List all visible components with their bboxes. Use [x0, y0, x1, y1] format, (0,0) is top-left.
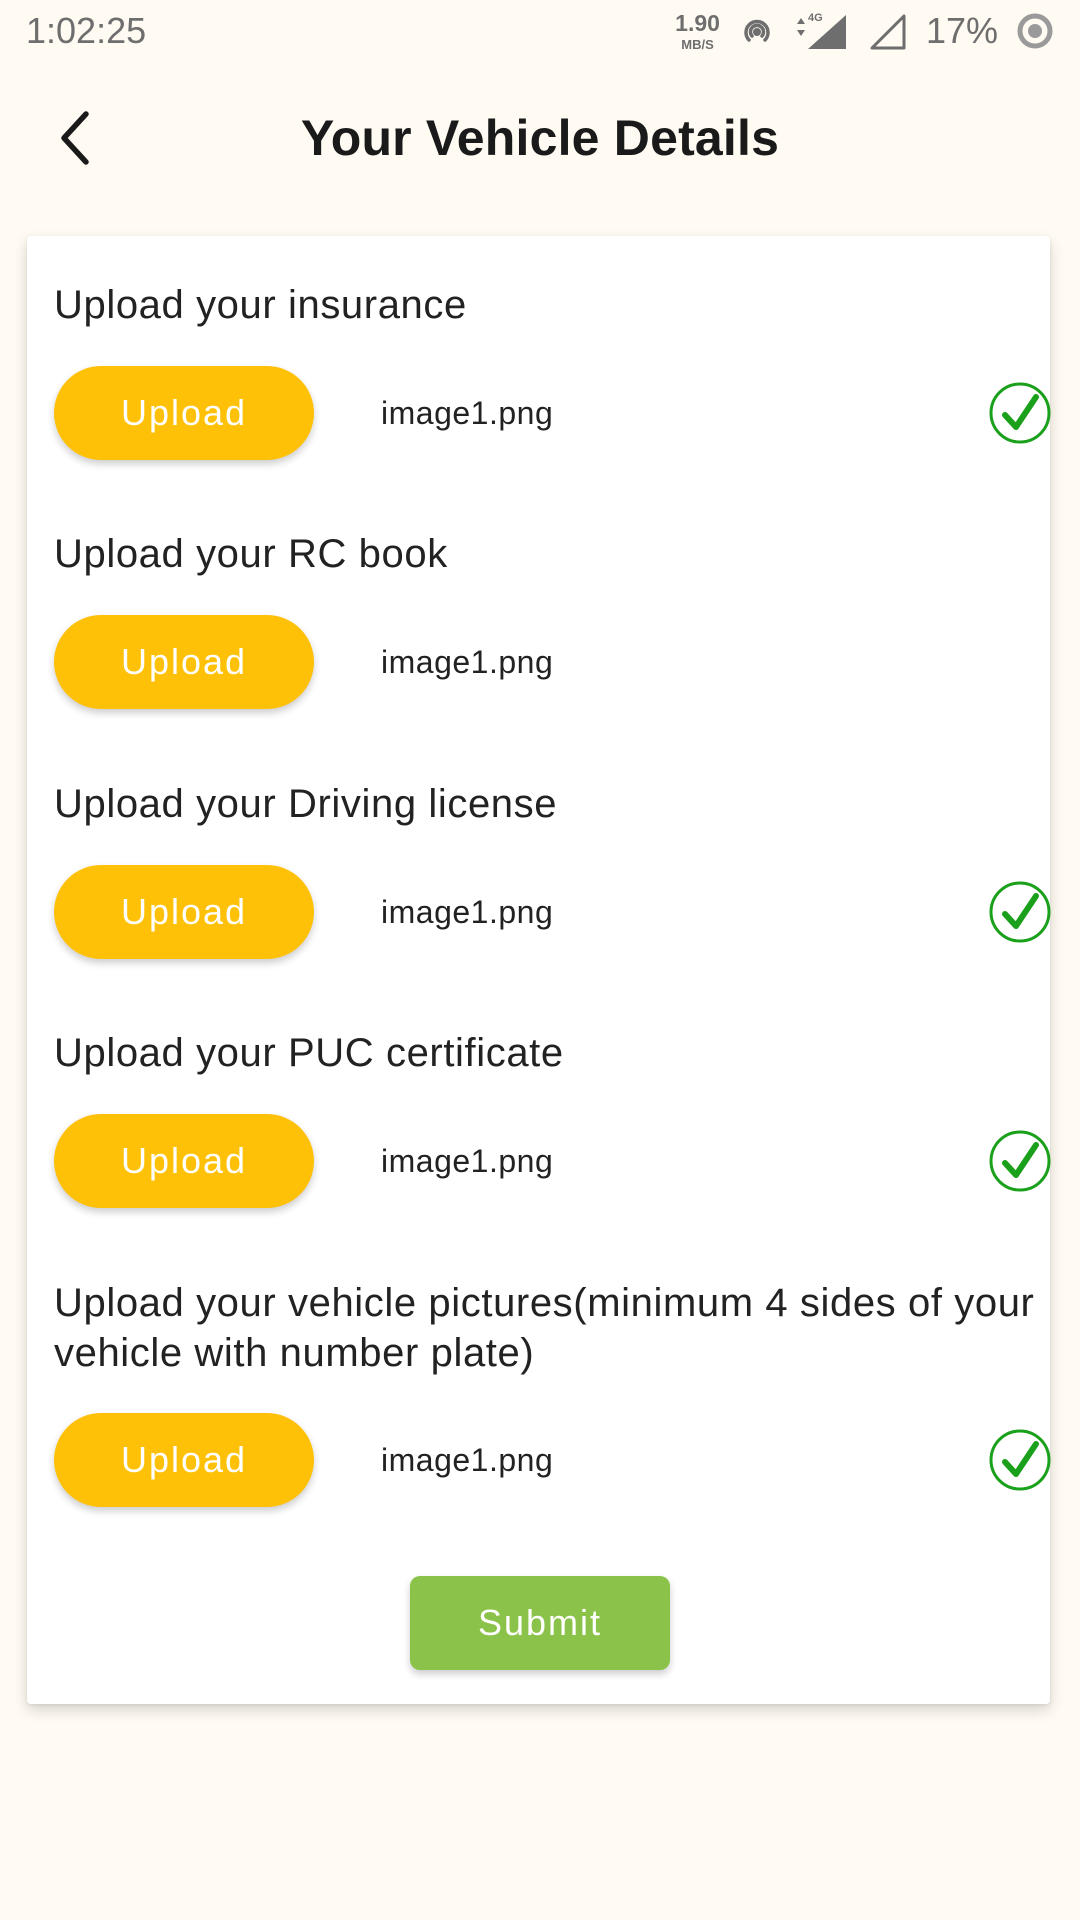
file-name: image1.png — [381, 894, 554, 930]
network-type: 4G — [808, 12, 823, 24]
check-circle-icon — [989, 1130, 1051, 1192]
battery-ring-icon — [1016, 12, 1054, 50]
network-speed: 1.90 MB/S — [675, 9, 720, 52]
upload-row: Upload image1.png — [54, 366, 1051, 460]
signal-empty-icon — [868, 11, 908, 51]
signal-icon: 4G — [794, 11, 850, 51]
app-bar: Your Vehicle Details — [0, 88, 1080, 188]
section-label: Upload your insurance — [54, 283, 467, 327]
upload-row: Upload image1.png — [54, 1413, 1051, 1507]
section-insurance: Upload your insurance Upload image1.png — [54, 280, 1051, 460]
hotspot-icon — [738, 12, 776, 50]
upload-row: Upload image1.png — [54, 865, 1051, 959]
status-time: 1:02:25 — [26, 10, 147, 51]
submit-button[interactable]: Submit — [410, 1576, 670, 1670]
file-name: image1.png — [381, 644, 554, 680]
section-driving-license: Upload your Driving license Upload image… — [54, 779, 1051, 959]
check-circle-icon — [989, 1429, 1051, 1491]
file-name: image1.png — [381, 1143, 554, 1179]
section-label: Upload your vehicle pictures(minimum 4 s… — [54, 1281, 1035, 1375]
upload-vehicle-pictures-button[interactable]: Upload — [54, 1413, 314, 1507]
upload-driving-license-button[interactable]: Upload — [54, 865, 314, 959]
upload-row: Upload image1.png — [54, 1114, 1051, 1208]
section-puc-certificate: Upload your PUC certificate Upload image… — [54, 1028, 1051, 1208]
check-circle-icon — [989, 382, 1051, 444]
status-bar: 1:02:25 1.90 MB/S 4G 17% — [0, 0, 1080, 62]
network-speed-value: 1.90 — [675, 9, 720, 36]
file-name: image1.png — [381, 1442, 554, 1478]
battery-percent: 17% — [925, 10, 998, 51]
section-label: Upload your Driving license — [54, 782, 558, 826]
page-title: Your Vehicle Details — [300, 110, 780, 166]
upload-rc-book-button[interactable]: Upload — [54, 615, 314, 709]
upload-puc-certificate-button[interactable]: Upload — [54, 1114, 314, 1208]
back-arrow-icon — [61, 111, 89, 165]
vehicle-documents-card: Upload your insurance Upload image1.png … — [27, 236, 1051, 1704]
upload-insurance-button[interactable]: Upload — [54, 366, 314, 460]
back-button[interactable] — [46, 108, 106, 168]
status-icons: 1.90 MB/S 4G 17% — [675, 10, 1054, 52]
file-name: image1.png — [381, 395, 554, 431]
section-label: Upload your RC book — [54, 532, 448, 576]
check-circle-icon — [989, 881, 1051, 943]
network-speed-unit: MB/S — [681, 36, 714, 52]
section-rc-book: Upload your RC book Upload image1.png — [54, 529, 1044, 709]
section-label: Upload your PUC certificate — [54, 1031, 564, 1075]
section-vehicle-pictures: Upload your vehicle pictures(minimum 4 s… — [54, 1278, 1051, 1508]
upload-row: Upload image1.png — [54, 615, 1050, 709]
